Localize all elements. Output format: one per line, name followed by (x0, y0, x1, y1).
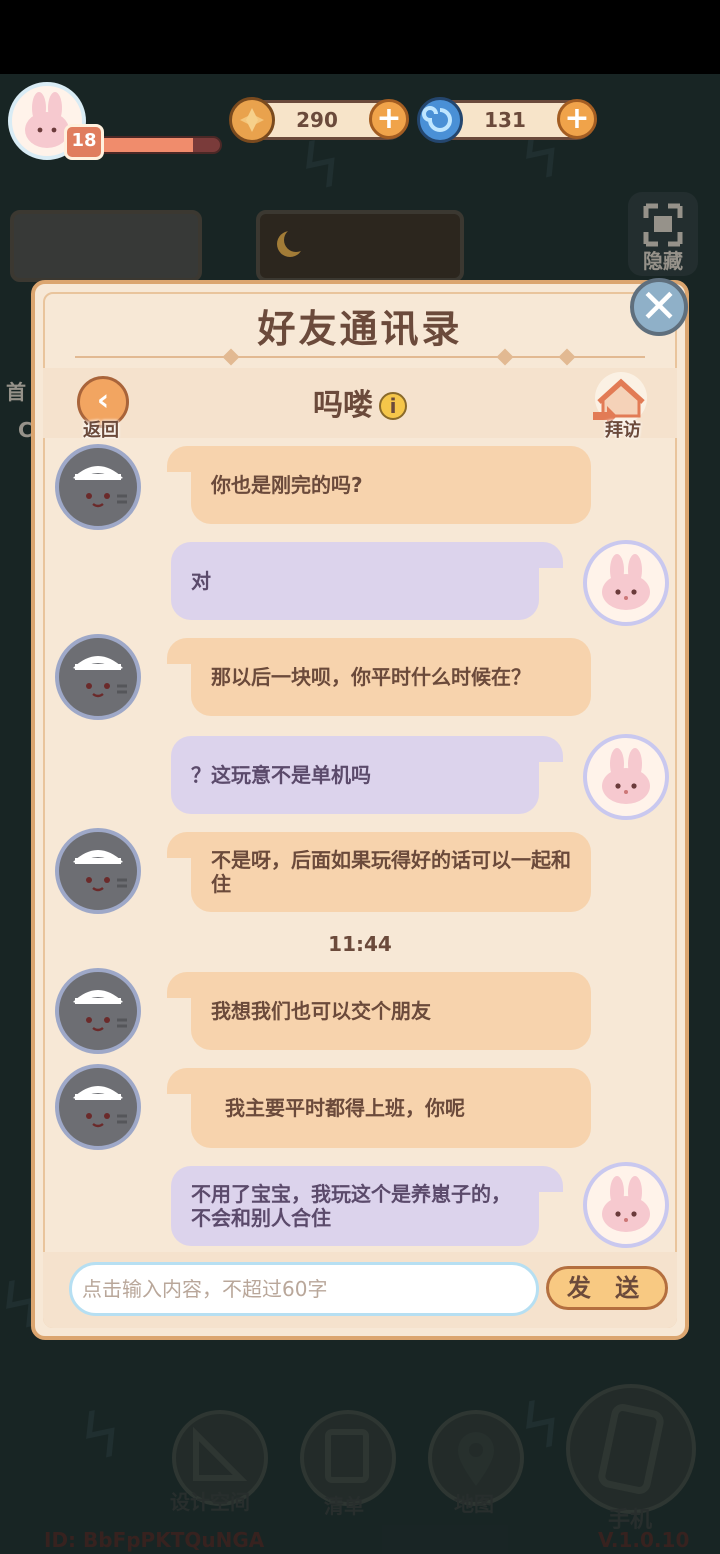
message-bubble-incoming: 那以后一块呗，你平时什么时候在？ (167, 638, 591, 716)
send-button[interactable]: 发 送 (546, 1266, 668, 1310)
message-bubble-incoming: 我想我们也可以交个朋友 (167, 972, 591, 1050)
bunny-face-icon (602, 1176, 650, 1232)
message-timestamp: 11:44 (328, 932, 392, 956)
info-icon[interactable]: i (379, 392, 407, 420)
message-bubble-outgoing: 不用了宝宝，我玩这个是养崽子的，不会和别人合住 (171, 1166, 563, 1246)
message-bubble-incoming: 我主要平时都得上班，你呢 (167, 1068, 591, 1148)
friend-avatar (55, 828, 141, 914)
close-icon: ✕ (639, 279, 679, 333)
message-bubble-incoming: 你也是刚完的吗? (167, 446, 591, 524)
xp-progress-bar (96, 136, 222, 154)
chat-input-bar: 点击输入内容，不超过60字 发 送 (43, 1252, 677, 1328)
cat-face-icon (73, 990, 127, 1032)
my-avatar (583, 540, 669, 626)
message-bubble-incoming: 不是呀，后面如果玩得好的话可以一起和住 (167, 832, 591, 912)
my-avatar (583, 734, 669, 820)
friend-name: 吗喽 (313, 388, 373, 423)
message-bubble-outgoing: ？这玩意不是单机吗 (171, 736, 563, 814)
friend-name-row: 吗喽 i (35, 380, 685, 424)
cat-face-icon (73, 466, 127, 508)
add-gems-button[interactable]: + (557, 99, 597, 139)
cat-face-icon (73, 850, 127, 892)
friend-avatar (55, 634, 141, 720)
dialog-title: 好友通讯录 (257, 307, 463, 351)
gem-amount: 131 (484, 108, 526, 132)
message-text: 对 (191, 569, 211, 593)
message-input[interactable]: 点击输入内容，不超过60字 (69, 1262, 539, 1316)
coin-counter: 290 + (229, 97, 409, 143)
friend-contacts-dialog: 好友通讯录 ‹ 返回 吗喽 i 拜访 你也是刚完的吗? 对 那以后一块呗，你平时什… (31, 280, 689, 1340)
friend-avatar (55, 968, 141, 1054)
cat-face-icon (73, 656, 127, 698)
message-text: 那以后一块呗，你平时什么时候在？ (211, 665, 531, 689)
my-avatar (583, 1162, 669, 1248)
add-coins-button[interactable]: + (369, 99, 409, 139)
bunny-face-icon (602, 748, 650, 804)
xp-progress-fill (98, 138, 194, 152)
cat-face-icon (73, 1086, 127, 1128)
coin-amount: 290 (296, 108, 338, 132)
message-text: 你也是刚完的吗? (211, 473, 363, 497)
message-text: 不是呀，后面如果玩得好的话可以一起和住 (211, 848, 571, 896)
close-button[interactable]: ✕ (630, 278, 688, 336)
message-text: 我想我们也可以交个朋友 (211, 999, 431, 1023)
gem-counter: 131 + (417, 97, 597, 143)
friend-avatar (55, 1064, 141, 1150)
bunny-face-icon (602, 554, 650, 610)
message-text: ？这玩意不是单机吗 (191, 763, 371, 787)
chat-messages[interactable]: 你也是刚完的吗? 对 那以后一块呗，你平时什么时候在？ ？这玩意不是单机吗 不是… (43, 444, 677, 1248)
level-badge: 18 (64, 124, 104, 160)
visit-label: 拜访 (605, 420, 641, 441)
message-bubble-outgoing: 对 (171, 542, 563, 620)
friend-avatar (55, 444, 141, 530)
message-text: 我主要平时都得上班，你呢 (225, 1096, 465, 1120)
message-text: 不用了宝宝，我玩这个是养崽子的，不会和别人合住 (191, 1182, 511, 1230)
status-bar (0, 0, 720, 74)
